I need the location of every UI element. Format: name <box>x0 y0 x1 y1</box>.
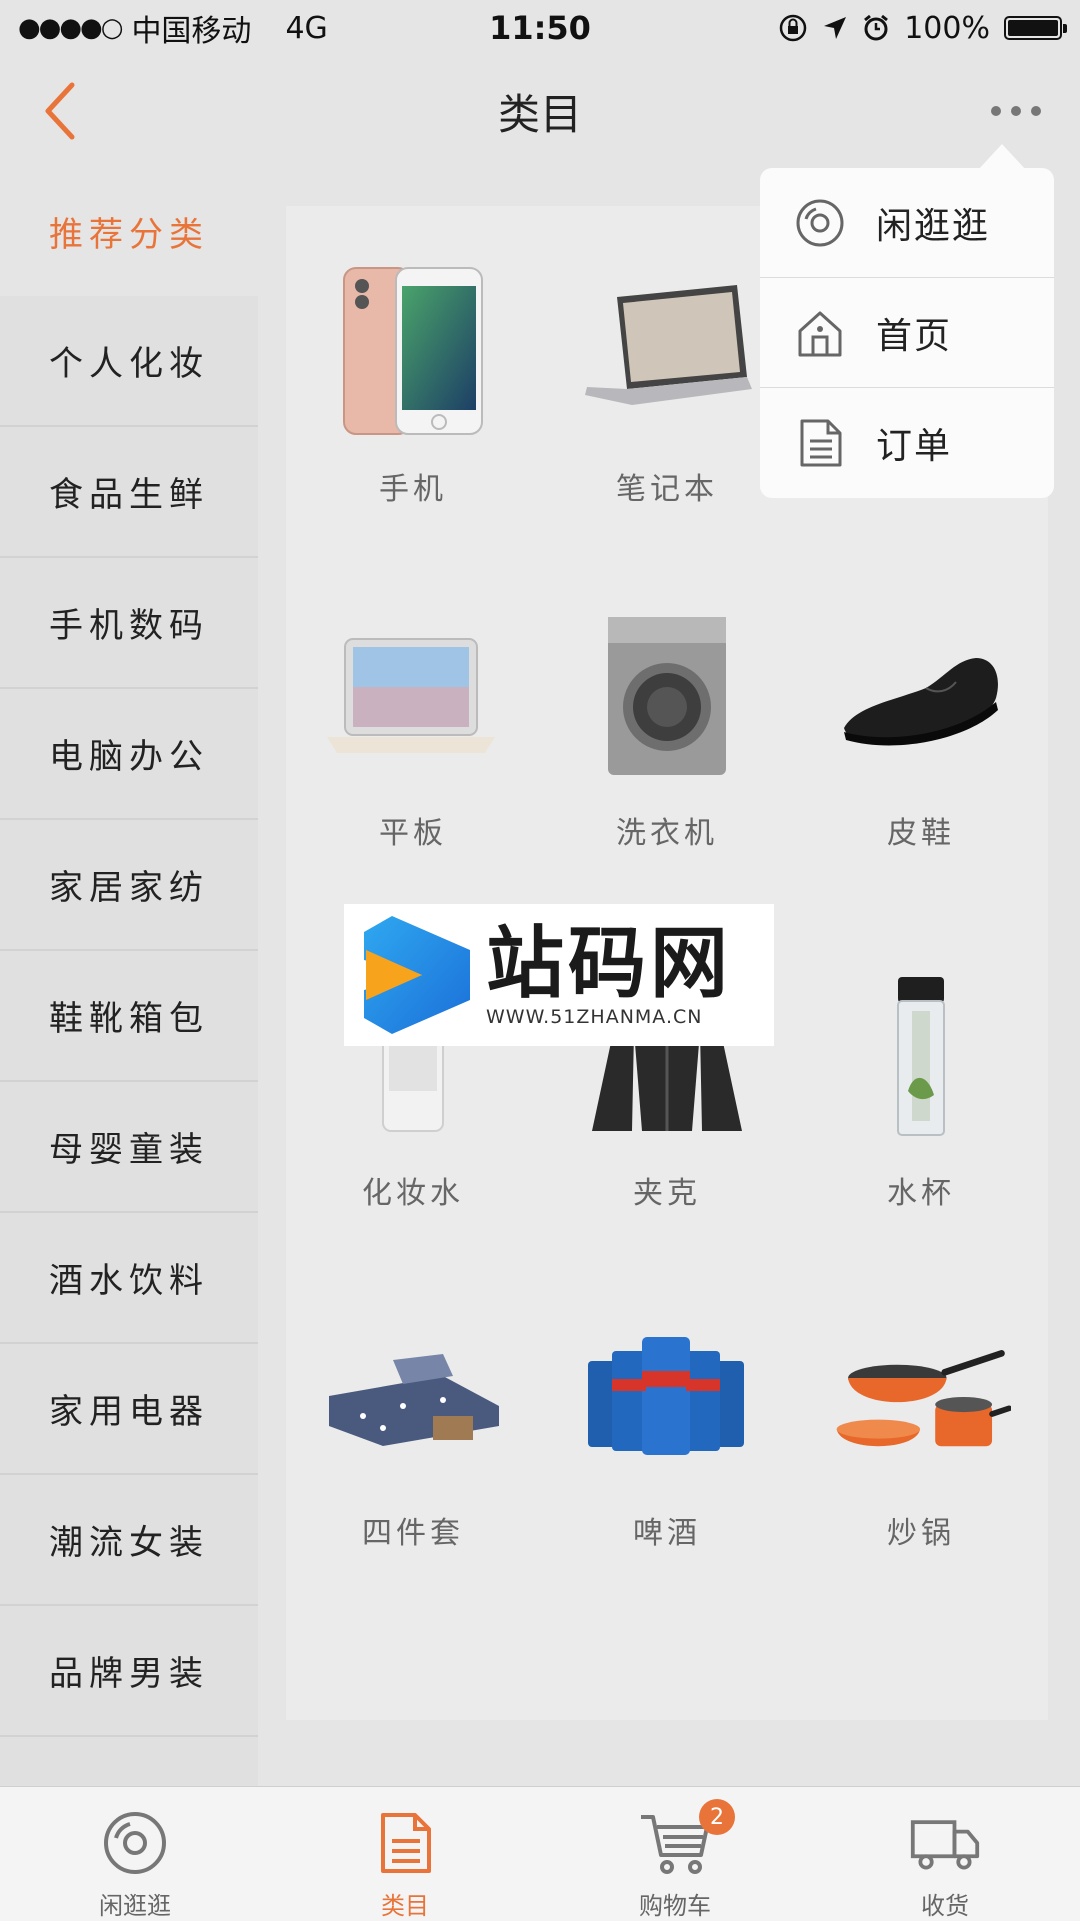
status-left: ●●●●○ 中国移动 4G <box>18 6 328 50</box>
status-bar: ●●●●○ 中国移动 4G 11:50 100% <box>0 0 1080 56</box>
product-label: 啤酒 <box>633 1516 701 1551</box>
menu-item-browse[interactable]: 闲逛逛 <box>760 168 1054 278</box>
product-label: 手机 <box>379 472 447 507</box>
carrier-name: 中国移动 <box>131 14 252 49</box>
product-label: 平板 <box>379 816 447 851</box>
battery-icon <box>1004 16 1067 40</box>
watermark-title: 站码网 <box>486 919 733 1009</box>
menu-item-label: 订单 <box>876 426 953 467</box>
product-label: 水杯 <box>887 1176 955 1211</box>
laptop-image <box>577 262 757 442</box>
location-arrow-icon <box>824 17 847 39</box>
product-label: 洗衣机 <box>616 816 718 851</box>
battery-percent: 100% <box>904 10 990 46</box>
rotation-lock-icon <box>779 14 807 42</box>
sidebar-item-fresh-food[interactable]: 食品生鲜 <box>0 427 258 558</box>
page-title: 类目 <box>497 89 582 139</box>
tab-categories[interactable]: 类目 <box>270 1787 540 1921</box>
more-button[interactable] <box>976 81 1056 141</box>
watermark-url: WWW.51ZHANMA.CN <box>486 1006 703 1028</box>
home-icon <box>792 305 848 361</box>
sidebar-item-home-textiles[interactable]: 家居家纺 <box>0 820 258 951</box>
tab-label: 闲逛逛 <box>99 1892 171 1920</box>
back-button[interactable] <box>30 76 90 146</box>
product-label: 笔记本 <box>616 472 718 507</box>
product-label: 化妆水 <box>362 1176 464 1211</box>
bottom-tab-bar: 闲逛逛 类目 2 购物车 收货 <box>0 1786 1080 1921</box>
sidebar-item-baby-kids[interactable]: 母婴童装 <box>0 1082 258 1213</box>
tab-label: 购物车 <box>639 1892 711 1920</box>
truck-icon <box>909 1807 981 1878</box>
washing-machine-image <box>577 606 757 786</box>
product-card-phone[interactable]: 手机 <box>286 262 540 508</box>
chevron-left-icon <box>45 82 75 140</box>
product-card-laptop[interactable]: 笔记本 <box>540 262 794 508</box>
sidebar-item-computers-office[interactable]: 电脑办公 <box>0 689 258 820</box>
alarm-icon <box>864 14 889 41</box>
sidebar-item-drinks[interactable]: 酒水饮料 <box>0 1213 258 1344</box>
more-dropdown-menu: 闲逛逛 首页 订单 <box>760 144 1054 498</box>
menu-item-home[interactable]: 首页 <box>760 278 1054 388</box>
sidebar-item-womens-fashion[interactable]: 潮流女装 <box>0 1475 258 1606</box>
disc-icon <box>792 195 848 251</box>
menu-item-label: 闲逛逛 <box>876 205 991 247</box>
more-dot-icon <box>991 106 1001 116</box>
product-card-bedding-set[interactable]: 四件套 <box>286 1306 540 1552</box>
tab-receive[interactable]: 收货 <box>810 1787 1080 1921</box>
bedding-set-image <box>323 1306 503 1486</box>
menu-item-label: 首页 <box>876 315 953 357</box>
document-icon <box>369 1807 441 1878</box>
disc-icon <box>99 1807 171 1878</box>
beer-cans-image <box>577 1306 757 1486</box>
category-sidebar: 推荐分类 个人化妆 食品生鲜 手机数码 电脑办公 家居家纺 鞋靴箱包 母婴童装 … <box>0 166 258 1817</box>
tab-label: 类目 <box>381 1892 429 1920</box>
phone-image <box>323 262 503 442</box>
product-card-wok[interactable]: 炒锅 <box>794 1306 1048 1552</box>
status-right: 100% <box>778 10 1067 46</box>
product-label: 夹克 <box>633 1176 701 1211</box>
product-card-washing-machine[interactable]: 洗衣机 <box>540 606 794 852</box>
watermark-logo: 站码网 WWW.51ZHANMA.CN <box>344 904 774 1046</box>
tab-label: 收货 <box>921 1892 969 1920</box>
product-label: 炒锅 <box>887 1516 955 1551</box>
sidebar-item-shoes-bags[interactable]: 鞋靴箱包 <box>0 951 258 1082</box>
product-card-leather-shoe[interactable]: 皮鞋 <box>794 606 1048 852</box>
product-card-tablet[interactable]: 平板 <box>286 606 540 852</box>
tab-browse[interactable]: 闲逛逛 <box>0 1787 270 1921</box>
wok-image <box>831 1306 1011 1486</box>
more-dot-icon <box>1011 106 1021 116</box>
play-logo-icon <box>364 916 470 1034</box>
network-type: 4G <box>285 10 328 46</box>
navigation-bar: 类目 <box>0 56 1080 166</box>
leather-shoe-image <box>831 606 1011 786</box>
tab-cart[interactable]: 2 购物车 <box>540 1787 810 1921</box>
sidebar-item-mens-brands[interactable]: 品牌男装 <box>0 1606 258 1737</box>
sidebar-item-phones-digital[interactable]: 手机数码 <box>0 558 258 689</box>
cart-count-badge: 2 <box>699 1799 735 1835</box>
sidebar-item-cosmetics[interactable]: 个人化妆 <box>0 296 258 427</box>
sidebar-item-recommended[interactable]: 推荐分类 <box>0 166 258 296</box>
more-dot-icon <box>1031 106 1041 116</box>
product-label: 皮鞋 <box>887 816 955 851</box>
sidebar-item-appliances[interactable]: 家用电器 <box>0 1344 258 1475</box>
product-card-water-cup[interactable]: 水杯 <box>794 966 1048 1212</box>
product-label: 四件套 <box>362 1516 464 1551</box>
product-card-beer[interactable]: 啤酒 <box>540 1306 794 1552</box>
water-cup-image <box>831 966 1011 1146</box>
tablet-image <box>323 606 503 786</box>
menu-item-orders[interactable]: 订单 <box>760 388 1054 498</box>
document-icon <box>792 415 848 471</box>
signal-strength: ●●●●○ <box>18 13 123 43</box>
watermark-text: 站码网 WWW.51ZHANMA.CN <box>486 922 732 1028</box>
